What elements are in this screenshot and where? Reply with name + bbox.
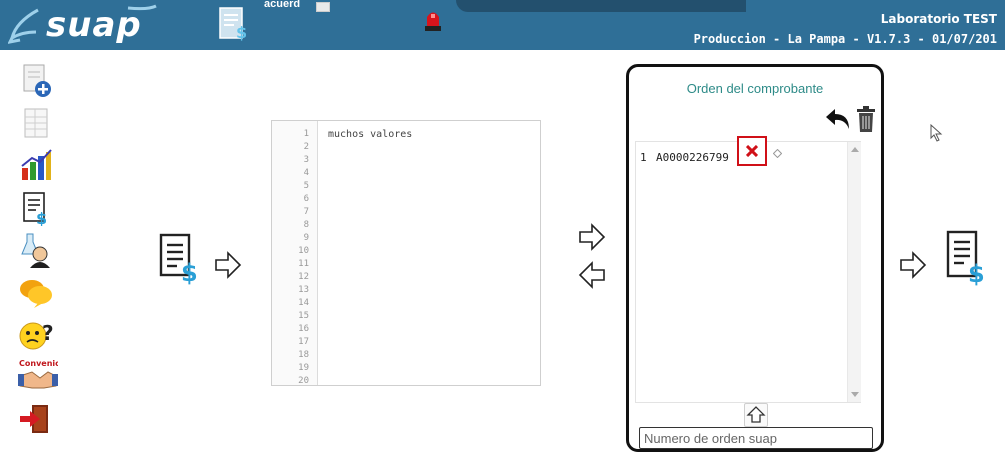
line-number: 13	[298, 285, 309, 295]
line-number: 16	[298, 324, 309, 334]
agreement-label: Convenio	[19, 359, 58, 368]
line-number: 14	[298, 298, 309, 308]
line-number: 12	[298, 272, 309, 282]
add-document-icon[interactable]	[18, 62, 54, 98]
arrow-right-icon	[214, 250, 242, 280]
trash-icon[interactable]	[855, 105, 877, 133]
exit-icon[interactable]	[18, 402, 54, 438]
billing-document-icon: $	[157, 233, 203, 287]
alarm-light-icon[interactable]	[422, 6, 444, 32]
line-number: 18	[298, 350, 309, 360]
move-left-button[interactable]	[578, 260, 606, 290]
agreement-icon[interactable]: Convenio	[18, 358, 61, 394]
line-number: 8	[303, 220, 309, 230]
line-number: 5	[303, 181, 309, 191]
line-number: 15	[298, 311, 309, 321]
move-up-button[interactable]	[744, 403, 768, 427]
session-info: Laboratorio TEST Produccion - La Pampa -…	[694, 12, 997, 46]
svg-text:$: $	[181, 259, 198, 285]
lab-user-icon[interactable]	[18, 232, 54, 268]
billing-document-icon[interactable]: $	[18, 190, 54, 228]
line-number: 3	[303, 155, 309, 165]
code-editor[interactable]: 1 2 3 4 5 6 7 8 9 10 11 12 13 14 15 16 1…	[271, 120, 541, 386]
top-header: suap $ acuerd Laboratorio TEST Produccio…	[0, 0, 1005, 50]
billing-document-icon: $	[944, 230, 990, 288]
billing-document-icon[interactable]: $	[218, 6, 250, 42]
suap-logo[interactable]: suap	[7, 2, 158, 46]
editor-content[interactable]: muchos valores	[328, 128, 412, 141]
list-item[interactable]: 1 A0000226799	[640, 151, 729, 164]
account-label: acuerd	[264, 0, 301, 10]
line-number: 19	[298, 363, 309, 373]
arrow-right-icon	[899, 250, 927, 280]
scrollbar[interactable]	[847, 142, 861, 402]
undo-icon[interactable]	[825, 107, 851, 131]
line-number: 20	[298, 376, 309, 386]
account-select[interactable]	[316, 2, 330, 12]
arrow-up-icon	[746, 406, 766, 423]
line-number: 4	[303, 168, 309, 178]
move-right-button[interactable]	[578, 222, 606, 252]
mouse-cursor-icon	[930, 123, 944, 142]
user-name: Laboratorio TEST	[880, 12, 997, 26]
line-number: 17	[298, 337, 309, 347]
line-number: 6	[303, 194, 309, 204]
line-number: 7	[303, 207, 309, 217]
line-number: 1	[303, 129, 309, 139]
order-list[interactable]: 1 A0000226799	[635, 141, 861, 403]
scroll-down-icon[interactable]	[851, 392, 859, 397]
scroll-up-icon[interactable]	[851, 147, 859, 152]
row-value: A0000226799	[656, 151, 729, 164]
panel-title: Orden del comprobante	[686, 81, 824, 96]
line-number-gutter: 1 2 3 4 5 6 7 8 9 10 11 12 13 14 15 16 1…	[272, 121, 318, 386]
logo-text: suap	[46, 5, 142, 45]
close-icon	[746, 145, 758, 157]
row-index: 1	[640, 151, 647, 164]
svg-text:$: $	[236, 23, 247, 42]
line-number: 2	[303, 142, 309, 152]
delete-row-button[interactable]	[737, 136, 767, 166]
line-number: 11	[298, 259, 309, 269]
order-panel: Orden del comprobante 1 A0000226799	[626, 64, 884, 452]
drag-handle-icon[interactable]	[772, 145, 783, 159]
order-number-input[interactable]	[639, 427, 873, 449]
svg-text:?: ?	[42, 321, 54, 345]
svg-text:$: $	[968, 260, 985, 286]
environment-info: Produccion - La Pampa - V1.7.3 - 01/07/2…	[693, 32, 997, 46]
spreadsheet-icon[interactable]	[18, 106, 54, 142]
svg-text:$: $	[36, 209, 47, 226]
line-number: 10	[298, 246, 309, 256]
line-number: 9	[303, 233, 309, 243]
bar-chart-icon[interactable]	[18, 148, 54, 184]
header-notification-bar	[456, 0, 746, 12]
chat-bubbles-icon[interactable]	[18, 274, 54, 310]
help-face-icon[interactable]: ?	[18, 316, 54, 352]
